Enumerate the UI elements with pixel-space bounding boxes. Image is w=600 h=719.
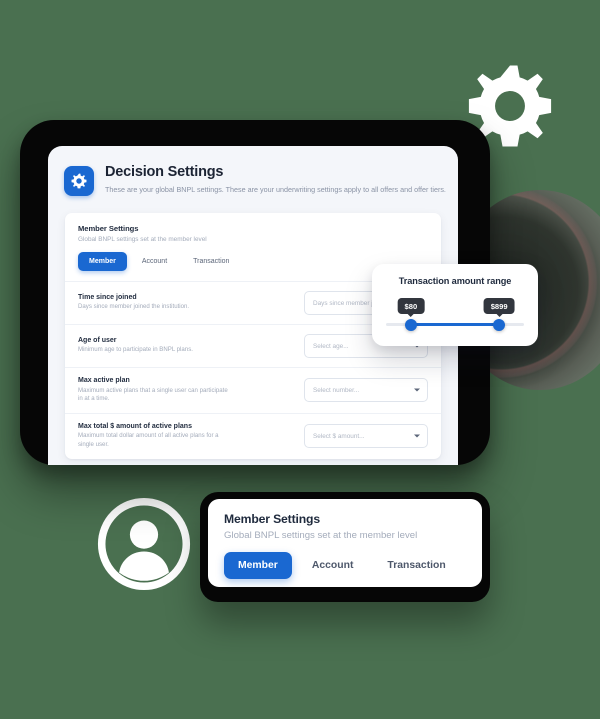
magnified-tab-transaction[interactable]: Transaction xyxy=(373,552,459,579)
max-active-plan-select[interactable]: Select number... xyxy=(304,378,428,403)
setting-description: Maximum total dollar amount of all activ… xyxy=(78,432,219,448)
chevron-down-icon xyxy=(414,434,420,438)
setting-description: Minimum age to participate in BNPL plans… xyxy=(78,346,193,354)
slider-handle-min[interactable] xyxy=(404,318,417,331)
setting-row-max-total-amount: Max total $ amount of active plans Maxim… xyxy=(65,414,441,459)
user-avatar-icon xyxy=(97,497,191,591)
tab-transaction[interactable]: Transaction xyxy=(182,252,240,271)
setting-description: Maximum active plans that a single user … xyxy=(78,386,228,403)
popup-title: Transaction amount range xyxy=(398,276,512,286)
setting-title: Max total $ amount of active plans xyxy=(78,422,192,430)
select-placeholder: Select age... xyxy=(313,342,349,350)
magnified-tabs: Member Account Transaction xyxy=(208,541,482,579)
range-slider[interactable]: $80 $899 xyxy=(386,298,524,332)
select-placeholder: Select number... xyxy=(313,386,360,394)
range-min-bubble: $80 xyxy=(397,298,425,314)
card-subtitle: Global BNPL settings set at the member l… xyxy=(78,236,207,243)
magnified-card-subtitle: Global BNPL settings set at the member l… xyxy=(224,530,418,541)
chevron-down-icon xyxy=(414,388,420,392)
tab-account[interactable]: Account xyxy=(131,252,178,271)
transaction-range-popup: Transaction amount range $80 $899 xyxy=(372,264,538,346)
gear-icon xyxy=(64,166,94,196)
slider-handle-max[interactable] xyxy=(493,318,506,331)
scene: Decision Settings These are your global … xyxy=(0,0,600,719)
magnified-tab-account[interactable]: Account xyxy=(298,552,368,579)
card-header: Member Settings Global BNPL settings set… xyxy=(65,213,441,252)
page-subtitle: These are your global BNPL settings. The… xyxy=(105,185,446,195)
page-title: Decision Settings xyxy=(105,164,224,180)
magnified-card-title: Member Settings xyxy=(224,512,320,526)
setting-title: Max active plan xyxy=(78,377,130,384)
slider-track-fill xyxy=(410,323,500,326)
magnified-card-frame: Member Settings Global BNPL settings set… xyxy=(200,492,490,602)
select-placeholder: Select $ amount... xyxy=(313,432,365,440)
magnified-member-settings-card: Member Settings Global BNPL settings set… xyxy=(208,499,482,587)
card-title: Member Settings xyxy=(78,224,139,233)
tab-member[interactable]: Member xyxy=(78,252,127,271)
setting-title: Age of user xyxy=(78,336,117,344)
setting-description: Days since member joined the institution… xyxy=(78,303,190,311)
magnified-card-header: Member Settings Global BNPL settings set… xyxy=(208,499,482,541)
magnified-tab-member[interactable]: Member xyxy=(224,552,292,579)
app-header: Decision Settings These are your global … xyxy=(48,146,458,196)
range-max-bubble: $899 xyxy=(483,298,515,314)
setting-row-max-active-plan: Max active plan Maximum active plans tha… xyxy=(65,368,441,414)
max-total-amount-select[interactable]: Select $ amount... xyxy=(304,424,428,449)
setting-title: Time since joined xyxy=(78,293,137,301)
